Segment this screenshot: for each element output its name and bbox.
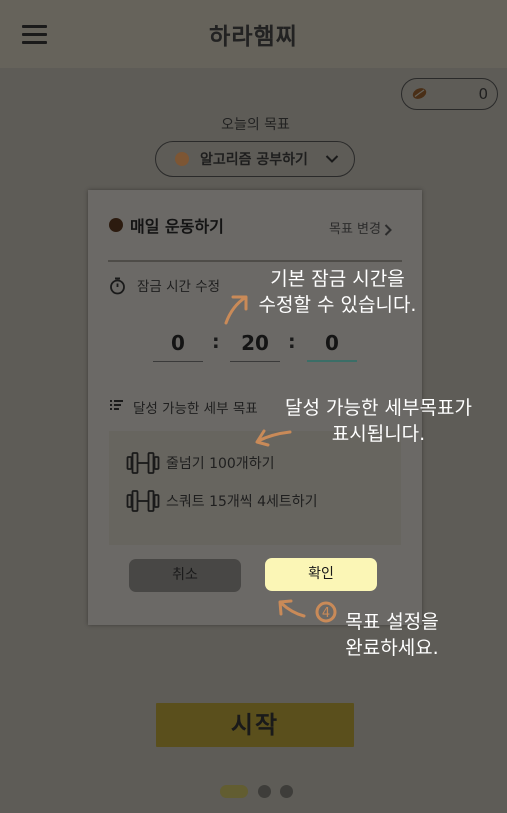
- time-separator: :: [288, 331, 296, 353]
- cancel-button[interactable]: 취소: [129, 559, 241, 592]
- tip-line: 완료하세요.: [345, 637, 439, 659]
- tip-line: 수정할 수 있습니다.: [258, 294, 417, 316]
- chevron-right-icon: [384, 223, 392, 236]
- seed-count: 0: [478, 85, 488, 103]
- start-button[interactable]: 시작: [156, 703, 354, 747]
- subgoal-text: 줄넘기 100개하기: [166, 456, 275, 472]
- seed-icon: [412, 88, 427, 99]
- goal-color-dot: [175, 152, 189, 166]
- change-goal-label: 목표 변경: [329, 222, 381, 237]
- page-dot-active[interactable]: [220, 785, 248, 798]
- confirm-button[interactable]: 확인: [265, 558, 377, 591]
- divider: [108, 260, 402, 262]
- change-goal-link[interactable]: 목표 변경: [329, 218, 392, 237]
- tip-line: 표시됩니다.: [331, 423, 426, 445]
- seconds-input[interactable]: 0: [307, 325, 357, 362]
- time-separator: :: [212, 331, 220, 353]
- minutes-input[interactable]: 20: [230, 325, 280, 362]
- app-title: 하라햄찌: [209, 24, 298, 50]
- list-icon: [110, 400, 123, 410]
- lock-time-label: 잠금 시간 수정: [137, 279, 221, 295]
- today-goal-label: 오늘의 목표: [221, 117, 290, 133]
- stopwatch-icon: [110, 277, 125, 295]
- dumbbell-icon: [126, 490, 160, 512]
- tip-lock-time: 기본 잠금 시간을 수정할 수 있습니다.: [245, 266, 430, 318]
- tip-line: 달성 가능한 세부목표가: [285, 397, 472, 419]
- goal-color-dot: [109, 218, 123, 232]
- tip-subgoals: 달성 가능한 세부목표가 표시됩니다.: [276, 395, 481, 447]
- chevron-down-icon: [325, 155, 339, 163]
- selected-goal-name: 알고리즘 공부하기: [200, 152, 308, 168]
- hours-input[interactable]: 0: [153, 325, 203, 362]
- page-dot[interactable]: [258, 785, 271, 798]
- page-dot[interactable]: [280, 785, 293, 798]
- modal-goal-title: 매일 운동하기: [130, 217, 224, 236]
- goal-selector[interactable]: 알고리즘 공부하기: [155, 141, 355, 177]
- subgoal-text: 스쿼트 15개씩 4세트하기: [166, 494, 318, 510]
- app-header: 하라햄찌: [0, 0, 507, 68]
- subgoals-list: 줄넘기 100개하기 스쿼트 15개씩 4세트하기: [109, 431, 401, 545]
- seed-count-badge: 0: [401, 78, 498, 110]
- tip-line: 기본 잠금 시간을: [270, 268, 405, 290]
- tip-line: 목표 설정을: [345, 611, 439, 633]
- dumbbell-icon: [126, 452, 160, 474]
- tip-confirm: 목표 설정을 완료하세요.: [338, 609, 446, 661]
- subgoals-label: 달성 가능한 세부 목표: [133, 401, 258, 417]
